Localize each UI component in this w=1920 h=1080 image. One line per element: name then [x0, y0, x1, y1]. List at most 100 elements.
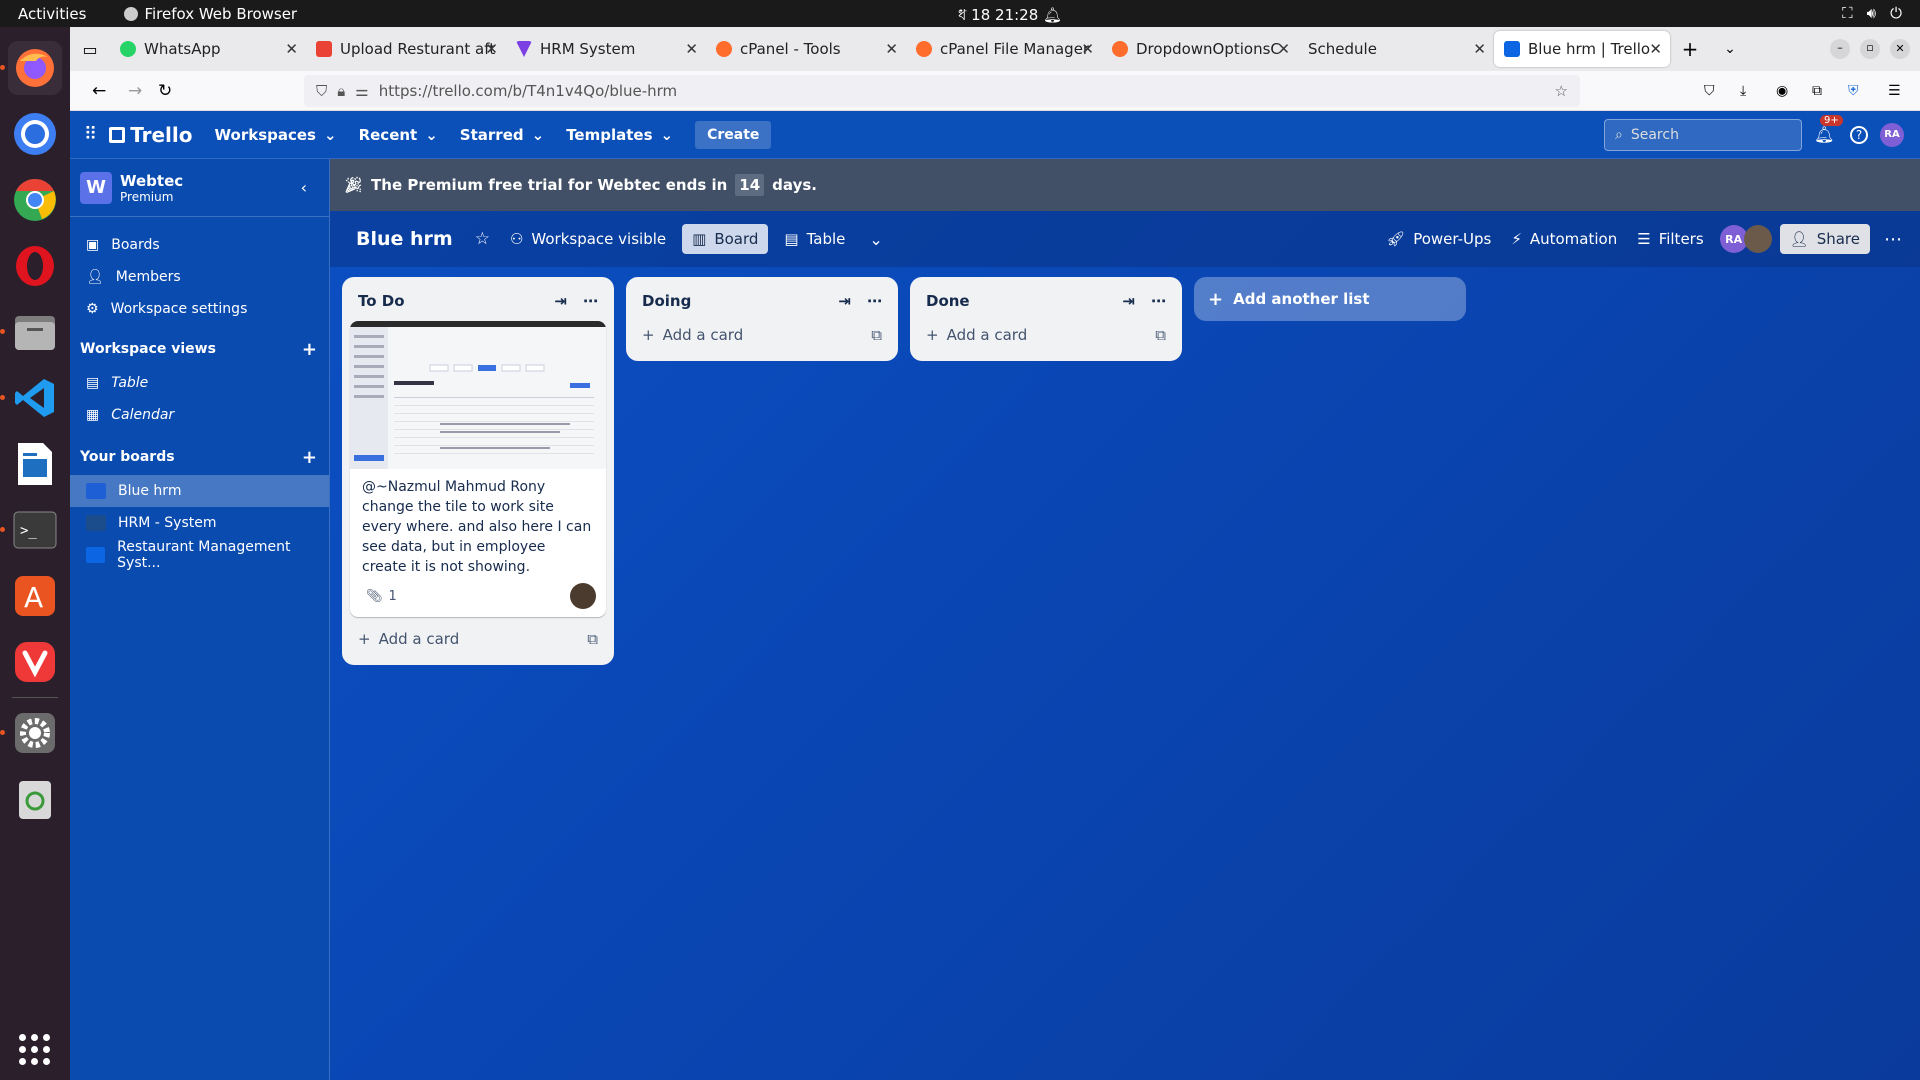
add-card-button[interactable]: + Add a card ⧉ — [918, 317, 1174, 353]
sidebar-item-boards[interactable]: ▣ Boards — [70, 229, 329, 261]
dock-trash[interactable] — [8, 772, 62, 826]
dock-app-center[interactable]: A — [8, 569, 62, 623]
dock-files[interactable] — [0, 305, 62, 359]
star-board-icon[interactable]: ☆ — [475, 229, 490, 249]
sidebar-item-members[interactable]: 👤︎ Members — [70, 261, 329, 293]
minimize-window-icon[interactable]: – — [1830, 39, 1850, 59]
app-switcher-icon[interactable]: ⠿ — [84, 124, 97, 145]
dock-firefox[interactable] — [0, 41, 62, 95]
search-input[interactable]: ⌕ Search — [1604, 119, 1802, 151]
permissions-icon[interactable]: ⚌ — [355, 82, 368, 100]
board-title[interactable]: Blue hrm — [356, 228, 453, 250]
tab-schedule[interactable]: Schedule ✕ — [1298, 31, 1494, 67]
close-tab-icon[interactable]: ✕ — [1277, 40, 1290, 58]
close-tab-icon[interactable]: ✕ — [1081, 40, 1094, 58]
power-ups-button[interactable]: 🚀︎ Power-Ups — [1376, 224, 1501, 254]
url-bar[interactable]: ⛉ 🔒︎ ⚌ https://trello.com/b/T4n1v4Qo/blu… — [304, 75, 1580, 107]
add-board-icon[interactable]: + — [302, 447, 317, 468]
active-app-indicator[interactable]: Firefox Web Browser — [124, 5, 297, 23]
tab-cpanel-file-manager[interactable]: cPanel File Manager ✕ — [906, 31, 1102, 67]
sidebar-item-workspace-settings[interactable]: ⚙ Workspace settings — [70, 293, 329, 325]
workspace-visible-button[interactable]: ⚇ Workspace visible — [500, 224, 676, 254]
forward-icon[interactable]: → — [128, 81, 142, 101]
sidebar-view-calendar[interactable]: ▦ Calendar — [70, 399, 329, 431]
tab-dropdown-options[interactable]: DropdownOptionsC ✕ — [1102, 31, 1298, 67]
share-button[interactable]: 👤︎ Share — [1779, 224, 1870, 254]
extensions-icon[interactable]: ⧉ — [1812, 83, 1822, 99]
close-tab-icon[interactable]: ✕ — [1649, 40, 1662, 58]
list-menu-icon[interactable]: ⋯ — [583, 292, 598, 310]
tab-cpanel-tools[interactable]: cPanel - Tools ✕ — [706, 31, 906, 67]
sidebar-view-table[interactable]: ▤ Table — [70, 367, 329, 399]
pocket-icon[interactable]: ⛉ — [1704, 83, 1715, 99]
collapse-list-icon[interactable]: ⇥ — [554, 292, 567, 310]
clock[interactable]: ধ 18 21:28 🔔︎ — [958, 4, 1062, 29]
close-tab-icon[interactable]: ✕ — [885, 40, 898, 58]
create-from-template-icon[interactable]: ⧉ — [1155, 326, 1166, 344]
close-tab-icon[interactable]: ✕ — [685, 40, 698, 58]
dock-chromium[interactable] — [8, 107, 62, 161]
list-all-tabs-icon[interactable]: ⌄ — [1710, 41, 1750, 57]
menu-icon[interactable]: ☰ — [1888, 83, 1901, 99]
table-view-button[interactable]: ▤ Table — [774, 224, 855, 254]
nav-recent[interactable]: Recent ⌄ — [359, 126, 438, 144]
close-tab-icon[interactable]: ✕ — [1473, 40, 1486, 58]
add-view-icon[interactable]: + — [302, 339, 317, 360]
nav-starred[interactable]: Starred ⌄ — [460, 126, 544, 144]
activities-button[interactable]: Activities — [18, 5, 86, 23]
trello-logo[interactable]: Trello — [109, 123, 193, 147]
add-card-button[interactable]: + Add a card ⧉ — [350, 621, 606, 657]
list-title[interactable]: Doing — [642, 292, 691, 310]
more-views-chevron-icon[interactable]: ⌄ — [869, 230, 882, 249]
back-icon[interactable]: ← — [92, 81, 106, 101]
notifications-button[interactable]: 🔔︎ 9+ — [1814, 115, 1843, 144]
filters-button[interactable]: ☰ Filters — [1627, 224, 1713, 254]
dock-opera[interactable] — [8, 239, 62, 293]
add-another-list-button[interactable]: + Add another list — [1194, 277, 1466, 321]
tab-blue-hrm-trello[interactable]: Blue hrm | Trello ✕ — [1494, 31, 1670, 67]
downloads-icon[interactable]: ⤓ — [1740, 83, 1746, 99]
lock-icon[interactable]: 🔒︎ — [337, 82, 345, 100]
member-avatar-photo[interactable] — [1743, 225, 1772, 253]
tab-whatsapp[interactable]: WhatsApp ✕ — [110, 31, 306, 67]
list-menu-icon[interactable]: ⋯ — [1151, 292, 1166, 310]
account-icon[interactable]: ◉ — [1776, 83, 1788, 99]
create-from-template-icon[interactable]: ⧉ — [871, 326, 882, 344]
url-text[interactable]: https://trello.com/b/T4n1v4Qo/blue-hrm — [379, 82, 677, 100]
tab-gmail[interactable]: Upload Resturant aft ✕ — [306, 31, 506, 67]
maximize-window-icon[interactable]: ▫ — [1860, 39, 1880, 59]
nav-workspaces[interactable]: Workspaces ⌄ — [215, 126, 337, 144]
list-title[interactable]: To Do — [358, 292, 405, 310]
collapse-list-icon[interactable]: ⇥ — [838, 292, 851, 310]
collapse-sidebar-icon[interactable]: ‹ — [301, 178, 307, 197]
list-title[interactable]: Done — [926, 292, 970, 310]
automation-button[interactable]: ⚡︎ Automation — [1501, 224, 1627, 254]
add-card-button[interactable]: + Add a card ⧉ — [634, 317, 890, 353]
show-apps-icon[interactable] — [19, 1034, 51, 1066]
close-tab-icon[interactable]: ✕ — [485, 40, 498, 58]
sidebar-board-blue-hrm[interactable]: Blue hrm — [70, 475, 329, 507]
user-avatar[interactable]: RA — [1880, 122, 1904, 147]
dock-vscode[interactable] — [0, 371, 62, 425]
sidebar-board-hrm-system[interactable]: HRM - System — [70, 507, 329, 539]
bitwarden-icon[interactable]: ⛨ — [1848, 83, 1859, 99]
tab-list-icon[interactable]: ▭ — [70, 40, 110, 59]
new-tab-icon[interactable]: + — [1670, 37, 1710, 61]
reload-icon[interactable]: ↻ — [158, 81, 172, 101]
workspace-logo[interactable]: W — [80, 171, 112, 204]
nav-templates[interactable]: Templates ⌄ — [566, 126, 673, 144]
board-view-button[interactable]: ▥ Board — [682, 224, 769, 254]
list-menu-icon[interactable]: ⋯ — [867, 292, 882, 310]
help-icon[interactable]: ? — [1850, 125, 1868, 144]
dock-chrome[interactable] — [8, 173, 62, 227]
system-tray[interactable]: ⛶ 🔊︎ ⏻ — [1842, 4, 1902, 22]
close-window-icon[interactable]: ✕ — [1890, 39, 1910, 59]
shield-icon[interactable]: ⛉ — [316, 82, 327, 100]
create-button[interactable]: Create — [695, 120, 772, 149]
collapse-list-icon[interactable]: ⇥ — [1122, 292, 1135, 310]
dock-writer[interactable] — [8, 437, 62, 491]
card[interactable]: @~Nazmul Mahmud Rony change the tile to … — [350, 321, 606, 617]
card-member-avatar[interactable] — [570, 583, 596, 609]
dock-terminal[interactable]: >_ — [0, 503, 62, 557]
sidebar-board-restaurant-management[interactable]: Restaurant Management Syst... — [70, 539, 329, 571]
